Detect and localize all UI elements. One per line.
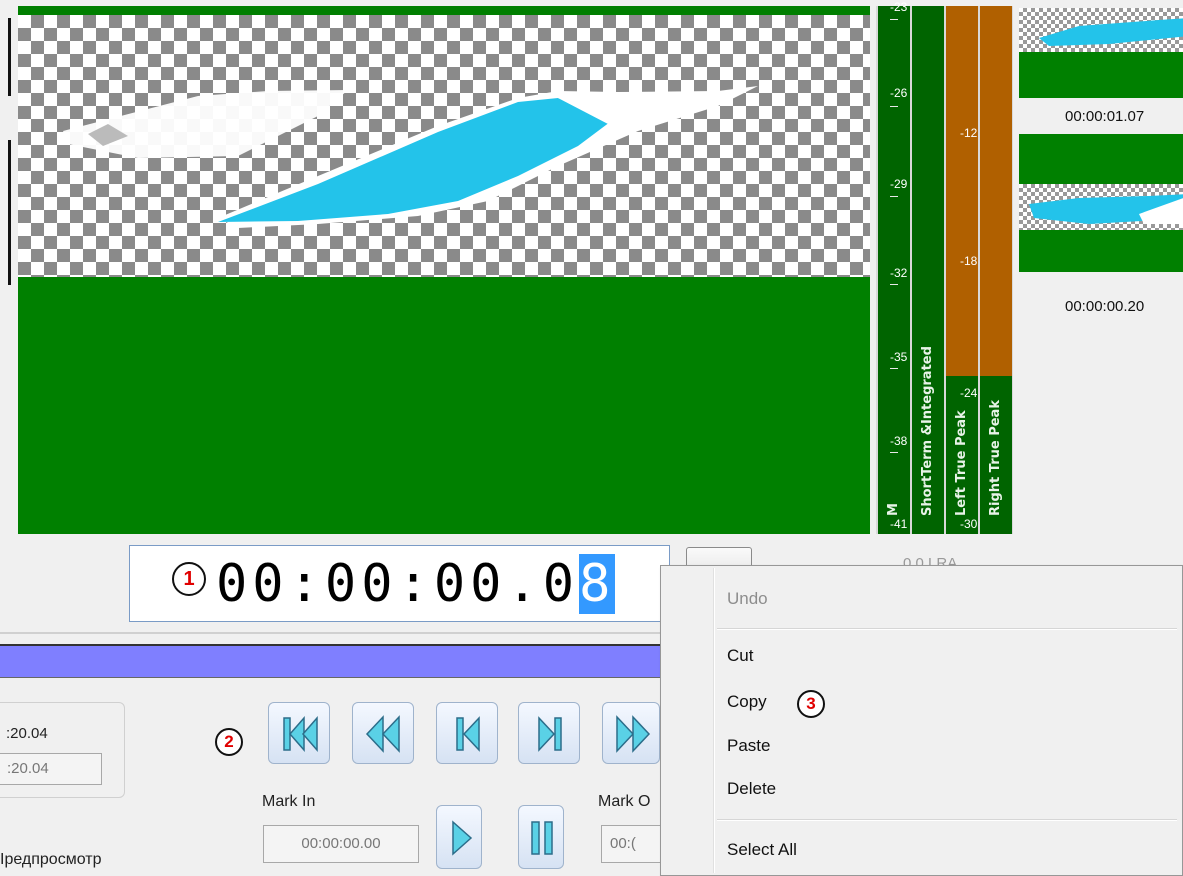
- left-peak-label: Left True Peak: [954, 410, 969, 516]
- step-back-button[interactable]: [436, 702, 498, 764]
- peak-tick: -18: [960, 254, 978, 268]
- momentary-label: M: [886, 503, 901, 516]
- window-edge: [8, 140, 11, 285]
- loudness-tick: -38: [890, 434, 908, 448]
- loudness-tick: -35: [890, 350, 908, 364]
- skip-to-start-icon: [283, 716, 318, 752]
- video-preview[interactable]: [18, 6, 870, 534]
- pause-button[interactable]: [518, 805, 564, 869]
- thumbnail[interactable]: [1019, 8, 1183, 98]
- play-button[interactable]: [436, 805, 482, 869]
- loudness-tick: -23: [890, 0, 908, 14]
- menu-separator: [717, 628, 1177, 630]
- annotation-marker: 1: [172, 562, 206, 596]
- pause-icon: [531, 821, 553, 855]
- video-frame-content: [63, 86, 758, 228]
- step-forward-icon: [538, 716, 562, 752]
- right-peak-label: Right True Peak: [988, 400, 1003, 516]
- fast-forward-button[interactable]: [602, 702, 660, 764]
- thumbnail-image: [1019, 184, 1183, 230]
- loudness-meters: -23 -26 -29 -32 -35 -38 -41 -12 -18 -24 …: [876, 0, 1013, 534]
- menu-item-undo[interactable]: Undo: [727, 589, 768, 609]
- context-menu: Undo Cut Copy 3 Paste Delete Select All: [660, 565, 1183, 876]
- menu-item-paste[interactable]: Paste: [727, 736, 770, 756]
- mark-in-label: Mark In: [262, 793, 316, 810]
- mark-out-label: Mark O: [598, 793, 651, 810]
- timecode-text: 00:00:00.0: [216, 554, 580, 614]
- menu-item-select-all[interactable]: Select All: [727, 840, 797, 860]
- duration-value: :20.04: [6, 725, 48, 742]
- menu-item-delete[interactable]: Delete: [727, 779, 776, 799]
- step-back-icon: [456, 716, 480, 752]
- shortterm-label: ShortTerm &Integrated: [920, 346, 935, 516]
- loudness-tick: -26: [890, 86, 908, 100]
- duration-field[interactable]: :20.04: [0, 753, 102, 785]
- go-to-start-button[interactable]: [268, 702, 330, 764]
- fast-forward-icon: [616, 715, 651, 753]
- mark-out-field[interactable]: 00:(: [601, 825, 663, 863]
- thumbnail-timecode: 00:00:00.20: [1065, 298, 1145, 315]
- loudness-tick: -41: [890, 517, 908, 531]
- thumbnail[interactable]: [1019, 134, 1183, 272]
- window-edge: [8, 18, 11, 96]
- annotation-marker: 3: [797, 690, 825, 718]
- menu-item-cut[interactable]: Cut: [727, 646, 753, 666]
- preview-label: Iредпросмотр: [0, 851, 102, 868]
- peak-tick: -24: [960, 386, 978, 400]
- divider: [0, 632, 660, 634]
- step-forward-button[interactable]: [518, 702, 580, 764]
- loudness-tick: -32: [890, 266, 908, 280]
- thumbnail-image: [1019, 8, 1183, 52]
- timecode-input[interactable]: 1 00:00:00.08: [129, 545, 670, 622]
- timecode-selection: 8: [579, 554, 616, 614]
- play-icon: [452, 820, 473, 856]
- thumbnail-timecode: 00:00:01.07: [1065, 108, 1145, 125]
- mark-in-field[interactable]: 00:00:00.00: [263, 825, 419, 863]
- peak-tick: -30: [960, 517, 978, 531]
- rewind-button[interactable]: [352, 702, 414, 764]
- loudness-tick: -29: [890, 177, 908, 191]
- annotation-marker: 2: [215, 728, 243, 756]
- duration-group: :20.04 :20.04: [0, 702, 125, 798]
- peak-tick: -12: [960, 126, 978, 140]
- timeline-progress-bar[interactable]: [0, 644, 665, 678]
- rewind-icon: [365, 715, 400, 753]
- menu-item-copy[interactable]: Copy: [727, 692, 767, 712]
- menu-separator: [717, 819, 1177, 821]
